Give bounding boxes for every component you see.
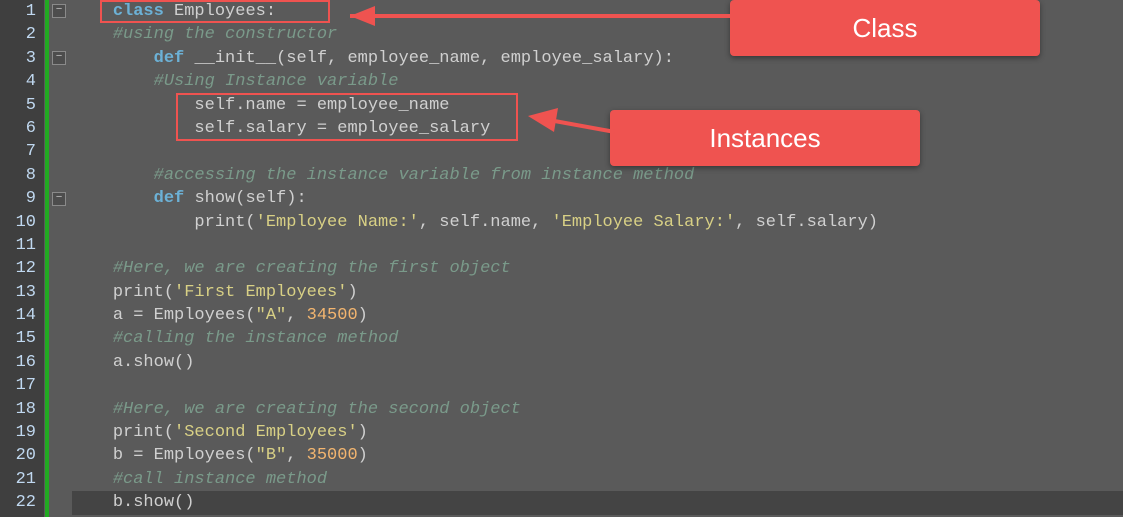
line-number: 11 bbox=[0, 234, 44, 257]
ident: print( bbox=[113, 283, 174, 302]
callout-label: Instances bbox=[709, 123, 820, 154]
code-line[interactable]: print('Second Employees') bbox=[72, 421, 1123, 444]
code-line[interactable]: #accessing the instance variable from in… bbox=[72, 164, 1123, 187]
punct: , bbox=[419, 213, 439, 232]
self: self bbox=[439, 213, 480, 232]
line-number-gutter: 1 2 3 4 5 6 7 8 9 10 11 12 13 14 15 16 1… bbox=[0, 0, 44, 517]
comment: #using the constructor bbox=[113, 25, 337, 44]
line-number: 9 bbox=[0, 187, 44, 210]
callout-class: Class bbox=[730, 0, 1040, 56]
line-number: 5 bbox=[0, 94, 44, 117]
string: 'Employee Salary:' bbox=[552, 213, 736, 232]
string: 'Second Employees' bbox=[174, 423, 358, 442]
fold-toggle-icon[interactable]: − bbox=[52, 51, 66, 65]
line-number: 8 bbox=[0, 164, 44, 187]
line-number: 1 bbox=[0, 0, 44, 23]
line-number: 6 bbox=[0, 117, 44, 140]
punct: , bbox=[286, 306, 306, 325]
code-line[interactable] bbox=[72, 234, 1123, 257]
code-line[interactable]: a.show() bbox=[72, 351, 1123, 374]
code-line-current[interactable]: b.show() bbox=[72, 491, 1123, 514]
ident: a = Employees( bbox=[113, 306, 256, 325]
line-number: 3 bbox=[0, 47, 44, 70]
highlight-box-class bbox=[100, 0, 330, 23]
code-editor[interactable]: 1 2 3 4 5 6 7 8 9 10 11 12 13 14 15 16 1… bbox=[0, 0, 1123, 517]
def-name: show bbox=[194, 189, 235, 208]
comment: #Using Instance variable bbox=[154, 72, 399, 91]
string: 'First Employees' bbox=[174, 283, 347, 302]
number: 34500 bbox=[307, 306, 358, 325]
ident: b.show() bbox=[113, 493, 195, 512]
punct: ( bbox=[276, 49, 286, 68]
code-line[interactable]: #call instance method bbox=[72, 468, 1123, 491]
punct: , bbox=[286, 446, 306, 465]
line-number: 20 bbox=[0, 444, 44, 467]
code-line[interactable]: #Here, we are creating the second object bbox=[72, 398, 1123, 421]
line-number: 12 bbox=[0, 257, 44, 280]
punct: ) bbox=[347, 283, 357, 302]
punct: ) bbox=[358, 306, 368, 325]
code-line[interactable]: def show(self): bbox=[72, 187, 1123, 210]
ident: b = Employees( bbox=[113, 446, 256, 465]
line-number: 19 bbox=[0, 421, 44, 444]
line-number: 17 bbox=[0, 374, 44, 397]
fold-toggle-icon[interactable]: − bbox=[52, 4, 66, 18]
line-number: 21 bbox=[0, 468, 44, 491]
comment: #call instance method bbox=[113, 470, 327, 489]
punct: ) bbox=[358, 423, 368, 442]
ident: a.show() bbox=[113, 353, 195, 372]
line-number: 15 bbox=[0, 327, 44, 350]
comment: #Here, we are creating the first object bbox=[113, 259, 511, 278]
line-number: 13 bbox=[0, 281, 44, 304]
params: , employee_name, employee_salary): bbox=[327, 49, 674, 68]
ident: .name, bbox=[480, 213, 551, 232]
code-line[interactable]: #Here, we are creating the first object bbox=[72, 257, 1123, 280]
code-line[interactable]: #Using Instance variable bbox=[72, 70, 1123, 93]
code-line[interactable]: a = Employees("A", 34500) bbox=[72, 304, 1123, 327]
line-number: 10 bbox=[0, 211, 44, 234]
ident: print( bbox=[194, 213, 255, 232]
callout-instances: Instances bbox=[610, 110, 920, 166]
keyword: def bbox=[154, 189, 195, 208]
code-line[interactable]: b = Employees("B", 35000) bbox=[72, 444, 1123, 467]
line-number: 2 bbox=[0, 23, 44, 46]
ident: .salary) bbox=[796, 213, 878, 232]
punct: ): bbox=[286, 189, 306, 208]
punct: , bbox=[735, 213, 755, 232]
comment: #accessing the instance variable from in… bbox=[154, 166, 695, 185]
def-name: __init__ bbox=[194, 49, 276, 68]
line-number: 4 bbox=[0, 70, 44, 93]
line-number: 14 bbox=[0, 304, 44, 327]
line-number: 7 bbox=[0, 140, 44, 163]
comment: #Here, we are creating the second object bbox=[113, 400, 521, 419]
string: "A" bbox=[256, 306, 287, 325]
comment: #calling the instance method bbox=[113, 329, 399, 348]
self: self bbox=[286, 49, 327, 68]
arrow-instances bbox=[510, 100, 630, 150]
self: self bbox=[756, 213, 797, 232]
ident: print( bbox=[113, 423, 174, 442]
highlight-box-instances bbox=[176, 93, 518, 141]
code-line[interactable]: #calling the instance method bbox=[72, 327, 1123, 350]
self: self bbox=[245, 189, 286, 208]
string: 'Employee Name:' bbox=[256, 213, 419, 232]
line-number: 16 bbox=[0, 351, 44, 374]
code-area[interactable]: class Employees: #using the constructor … bbox=[72, 0, 1123, 517]
callout-label: Class bbox=[852, 13, 917, 44]
number: 35000 bbox=[307, 446, 358, 465]
line-number: 22 bbox=[0, 491, 44, 514]
code-line[interactable]: print('First Employees') bbox=[72, 281, 1123, 304]
fold-toggle-icon[interactable]: − bbox=[52, 192, 66, 206]
string: "B" bbox=[256, 446, 287, 465]
fold-column: − − − bbox=[49, 0, 69, 517]
code-line[interactable] bbox=[72, 374, 1123, 397]
punct: ) bbox=[358, 446, 368, 465]
arrow-class bbox=[320, 0, 740, 40]
line-number: 18 bbox=[0, 398, 44, 421]
code-line[interactable]: print('Employee Name:', self.name, 'Empl… bbox=[72, 211, 1123, 234]
punct: ( bbox=[235, 189, 245, 208]
keyword: def bbox=[154, 49, 195, 68]
